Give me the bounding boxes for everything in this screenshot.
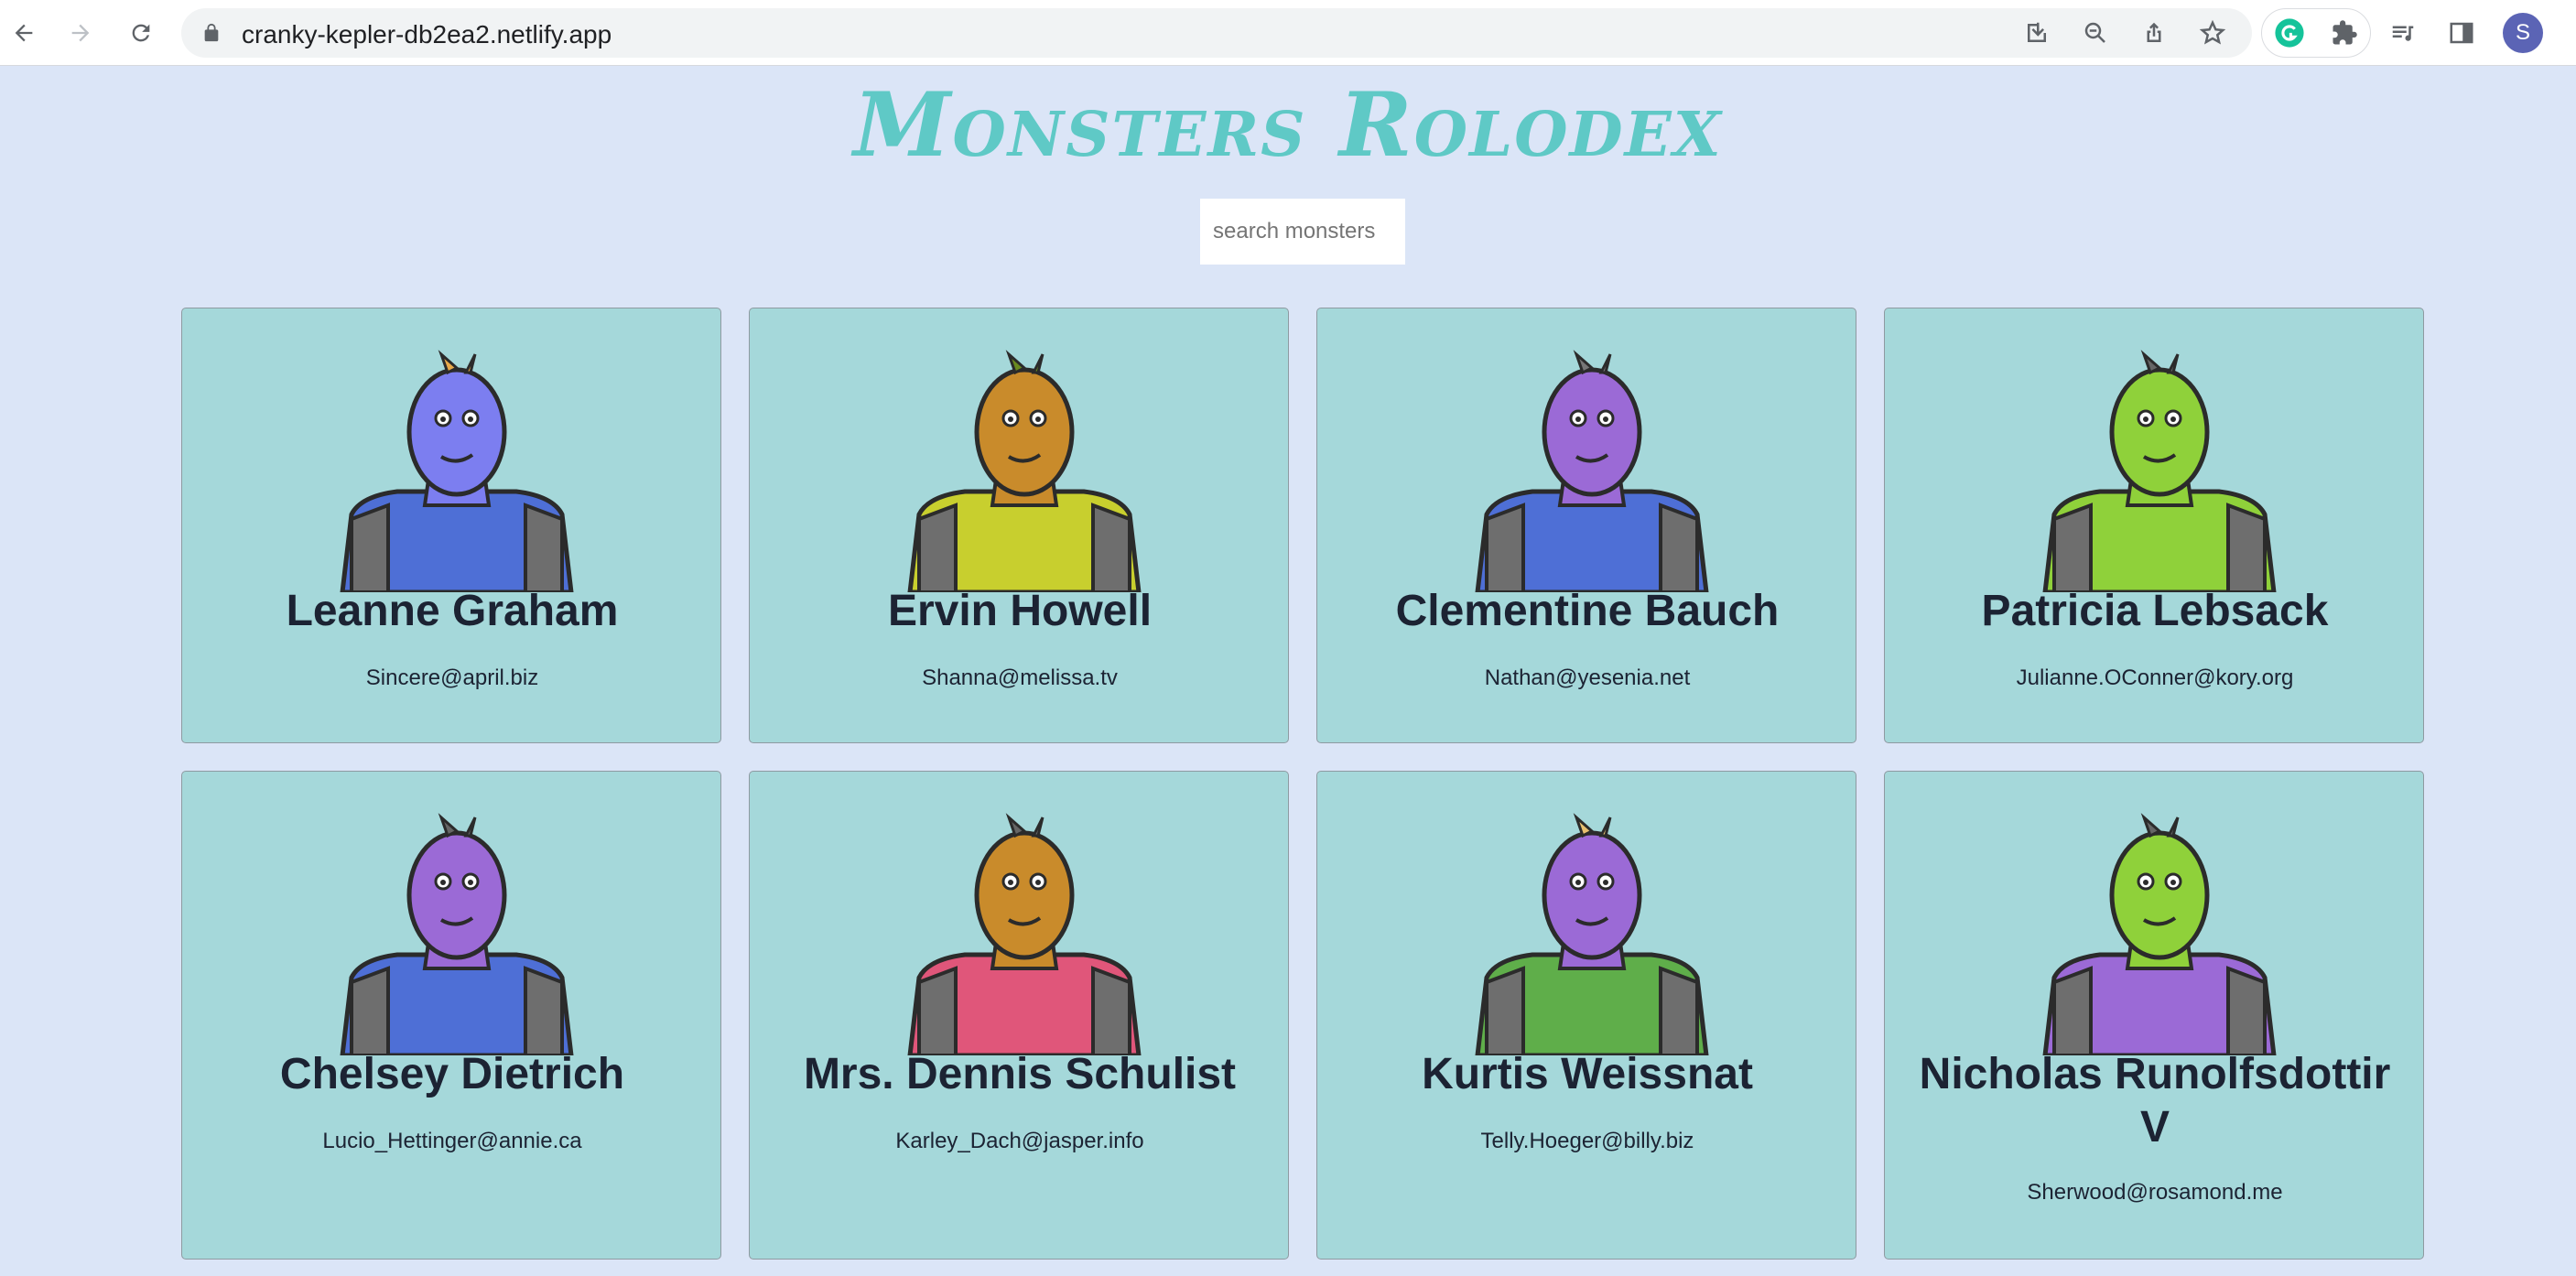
- monster-name: Ervin Howell: [887, 587, 1153, 635]
- monster-image: [2036, 345, 2283, 592]
- monster-card[interactable]: Clementine Bauch Nathan@yesenia.net: [1316, 308, 1856, 743]
- monster-card[interactable]: Ervin Howell Shanna@melissa.tv: [749, 308, 1289, 743]
- page-title: Monsters Rolodex: [853, 73, 1723, 177]
- monster-image: [2036, 808, 2283, 1055]
- forward-arrow-icon: [71, 24, 90, 42]
- playlist-icon: [2392, 26, 2414, 41]
- profile-avatar[interactable]: S: [2503, 13, 2543, 53]
- monster-avatar-icon: [2042, 813, 2277, 1055]
- monster-name: Leanne Graham: [286, 587, 619, 635]
- star-icon: [2199, 19, 2226, 45]
- monster-email: Lucio_Hettinger@annie.ca: [322, 1129, 582, 1153]
- monster-name: Kurtis Weissnat: [1422, 1050, 1753, 1098]
- address-bar[interactable]: cranky-kepler-db2ea2.netlify.app: [181, 8, 2252, 58]
- monster-card[interactable]: Chelsey Dietrich Lucio_Hettinger@annie.c…: [181, 771, 721, 1260]
- monster-image: [1468, 808, 1716, 1055]
- monster-avatar-icon: [340, 813, 574, 1055]
- browser-toolbar: cranky-kepler-db2ea2.netlify.app S: [0, 0, 2576, 66]
- monster-image: [901, 808, 1148, 1055]
- share-button[interactable]: [2136, 15, 2172, 51]
- install-app-button[interactable]: [2019, 15, 2055, 51]
- monster-card[interactable]: Mrs. Dennis Schulist Karley_Dach@jasper.…: [749, 771, 1289, 1260]
- monster-image: [901, 345, 1148, 592]
- monster-name: Clementine Bauch: [1395, 587, 1780, 635]
- extensions-pill: [2261, 8, 2371, 58]
- back-arrow-icon: [15, 24, 33, 42]
- monster-avatar-icon: [1475, 813, 1709, 1055]
- puzzle-icon: [2332, 20, 2357, 45]
- bookmark-button[interactable]: [2194, 15, 2231, 51]
- search-input[interactable]: [1199, 198, 1406, 265]
- side-panel-icon: [2450, 22, 2473, 44]
- monster-name: Mrs. Dennis Schulist: [803, 1050, 1237, 1098]
- grammarly-icon: [2275, 18, 2304, 48]
- reload-icon: [132, 24, 150, 42]
- monster-email: Shanna@melissa.tv: [922, 665, 1118, 690]
- monster-email: Karley_Dach@jasper.info: [895, 1129, 1144, 1153]
- forward-button[interactable]: [62, 15, 99, 51]
- reload-button[interactable]: [123, 15, 159, 51]
- extensions-button[interactable]: [2326, 15, 2363, 51]
- side-panel-button[interactable]: [2443, 15, 2480, 51]
- monster-email: Sincere@april.biz: [365, 665, 539, 690]
- monster-email: Julianne.OConner@kory.org: [2016, 665, 2294, 690]
- grammarly-extension-button[interactable]: [2271, 15, 2308, 51]
- monster-name: Nicholas Runolfsdottir V: [1919, 1050, 2391, 1152]
- monster-image: [333, 808, 580, 1055]
- monster-email: Telly.Hoeger@billy.biz: [1480, 1129, 1694, 1153]
- monster-card[interactable]: Kurtis Weissnat Telly.Hoeger@billy.biz: [1316, 771, 1856, 1260]
- monster-email: Sherwood@rosamond.me: [2027, 1180, 2283, 1205]
- monster-card[interactable]: Patricia Lebsack Julianne.OConner@kory.o…: [1884, 308, 2424, 743]
- zoom-button[interactable]: [2077, 15, 2114, 51]
- url-text: cranky-kepler-db2ea2.netlify.app: [242, 20, 612, 49]
- monster-email: Nathan@yesenia.net: [1484, 665, 1691, 690]
- monster-name: Chelsey Dietrich: [279, 1050, 625, 1098]
- zoom-out-icon: [2084, 22, 2105, 43]
- monster-card[interactable]: Leanne Graham Sincere@april.biz: [181, 308, 721, 743]
- monster-avatar-icon: [340, 350, 574, 592]
- monster-image: [333, 345, 580, 592]
- monster-name: Patricia Lebsack: [1981, 587, 2329, 635]
- monster-avatar-icon: [907, 813, 1142, 1055]
- media-button[interactable]: [2385, 15, 2421, 51]
- install-icon: [2028, 22, 2046, 42]
- monster-avatar-icon: [1475, 350, 1709, 592]
- monster-image: [1468, 345, 1716, 592]
- monster-card[interactable]: Nicholas Runolfsdottir V Sherwood@rosamo…: [1884, 771, 2424, 1260]
- monster-avatar-icon: [2042, 350, 2277, 592]
- back-button[interactable]: [5, 15, 42, 51]
- share-icon: [2147, 22, 2161, 42]
- lock-icon: [204, 23, 219, 42]
- monster-avatar-icon: [907, 350, 1142, 592]
